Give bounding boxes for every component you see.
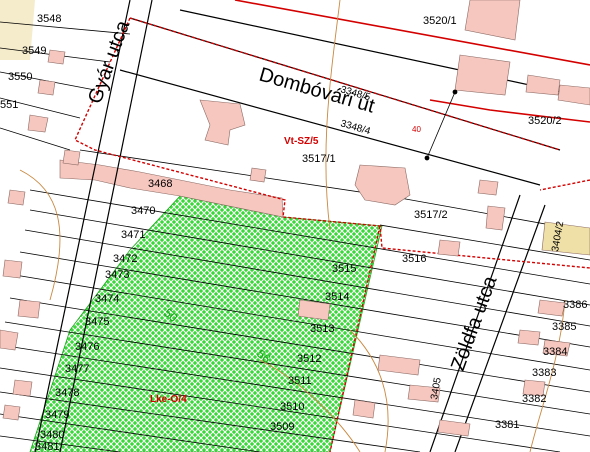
parcel-label: 3472 <box>113 253 137 265</box>
parcel-label: 3381 <box>495 419 519 431</box>
parcel-label: 3517/1 <box>302 153 336 165</box>
parcel-label: 3509 <box>270 421 294 433</box>
parcel-label: 3550 <box>8 71 32 83</box>
parcel-label: 3471 <box>121 229 145 241</box>
parcel-label: 3520/1 <box>423 15 457 27</box>
parcel-label: 3384 <box>543 346 567 358</box>
parcel-label: 3517/2 <box>414 209 448 221</box>
parcel-label: 3475 <box>85 316 109 328</box>
parcel-label: 3513 <box>310 323 334 335</box>
zone-label-lke[interactable]: Lke-O/4 <box>150 394 187 405</box>
parcel-label: 3510 <box>280 401 304 413</box>
zone-label-vt[interactable]: Vt-SZ/5 <box>284 136 319 147</box>
parcel-label: 3481 <box>35 441 59 452</box>
small-mark: 40 <box>412 125 421 134</box>
parcel-label: 3480 <box>40 429 64 441</box>
parcel-label: 551 <box>0 99 18 111</box>
parcel-label: 3405 <box>429 376 444 400</box>
parcel-label: 3473 <box>105 269 129 281</box>
parcel-label: 3468 <box>148 178 172 190</box>
zoning-map[interactable]: Gyár utca Dombóvári út Zöldfa utca Vt-SZ… <box>0 0 590 452</box>
parcel-label: 3512 <box>297 353 321 365</box>
zone-boundaries-solid <box>234 0 590 123</box>
parcel-label: 3476 <box>75 341 99 353</box>
parcel-label: 3385 <box>552 321 576 333</box>
parcel-label: 3511 <box>288 375 312 387</box>
parcel-label: 3516 <box>402 253 426 265</box>
parcel-label: 3548 <box>37 13 61 25</box>
survey-arrows <box>424 89 458 161</box>
parcel-label: 3478 <box>55 387 79 399</box>
parcel-label: 3514 <box>325 291 349 303</box>
parcel-label: 3474 <box>95 293 119 305</box>
parcel-label: 3383 <box>532 367 556 379</box>
road-label-zoldfa: Zöldfa utca <box>447 272 502 373</box>
parcel-label: 3515 <box>332 263 356 275</box>
parcel-label: 3520/2 <box>528 115 562 127</box>
beige-plot-right <box>541 221 590 256</box>
parcel-label: 3386 <box>563 299 587 311</box>
parcel-label: 3479 <box>45 409 69 421</box>
parcel-label: 3477 <box>65 363 89 375</box>
parcel-label: 3470 <box>131 205 155 217</box>
parcel-label: 3549 <box>22 45 46 57</box>
parcel-label: 3382 <box>522 393 546 405</box>
